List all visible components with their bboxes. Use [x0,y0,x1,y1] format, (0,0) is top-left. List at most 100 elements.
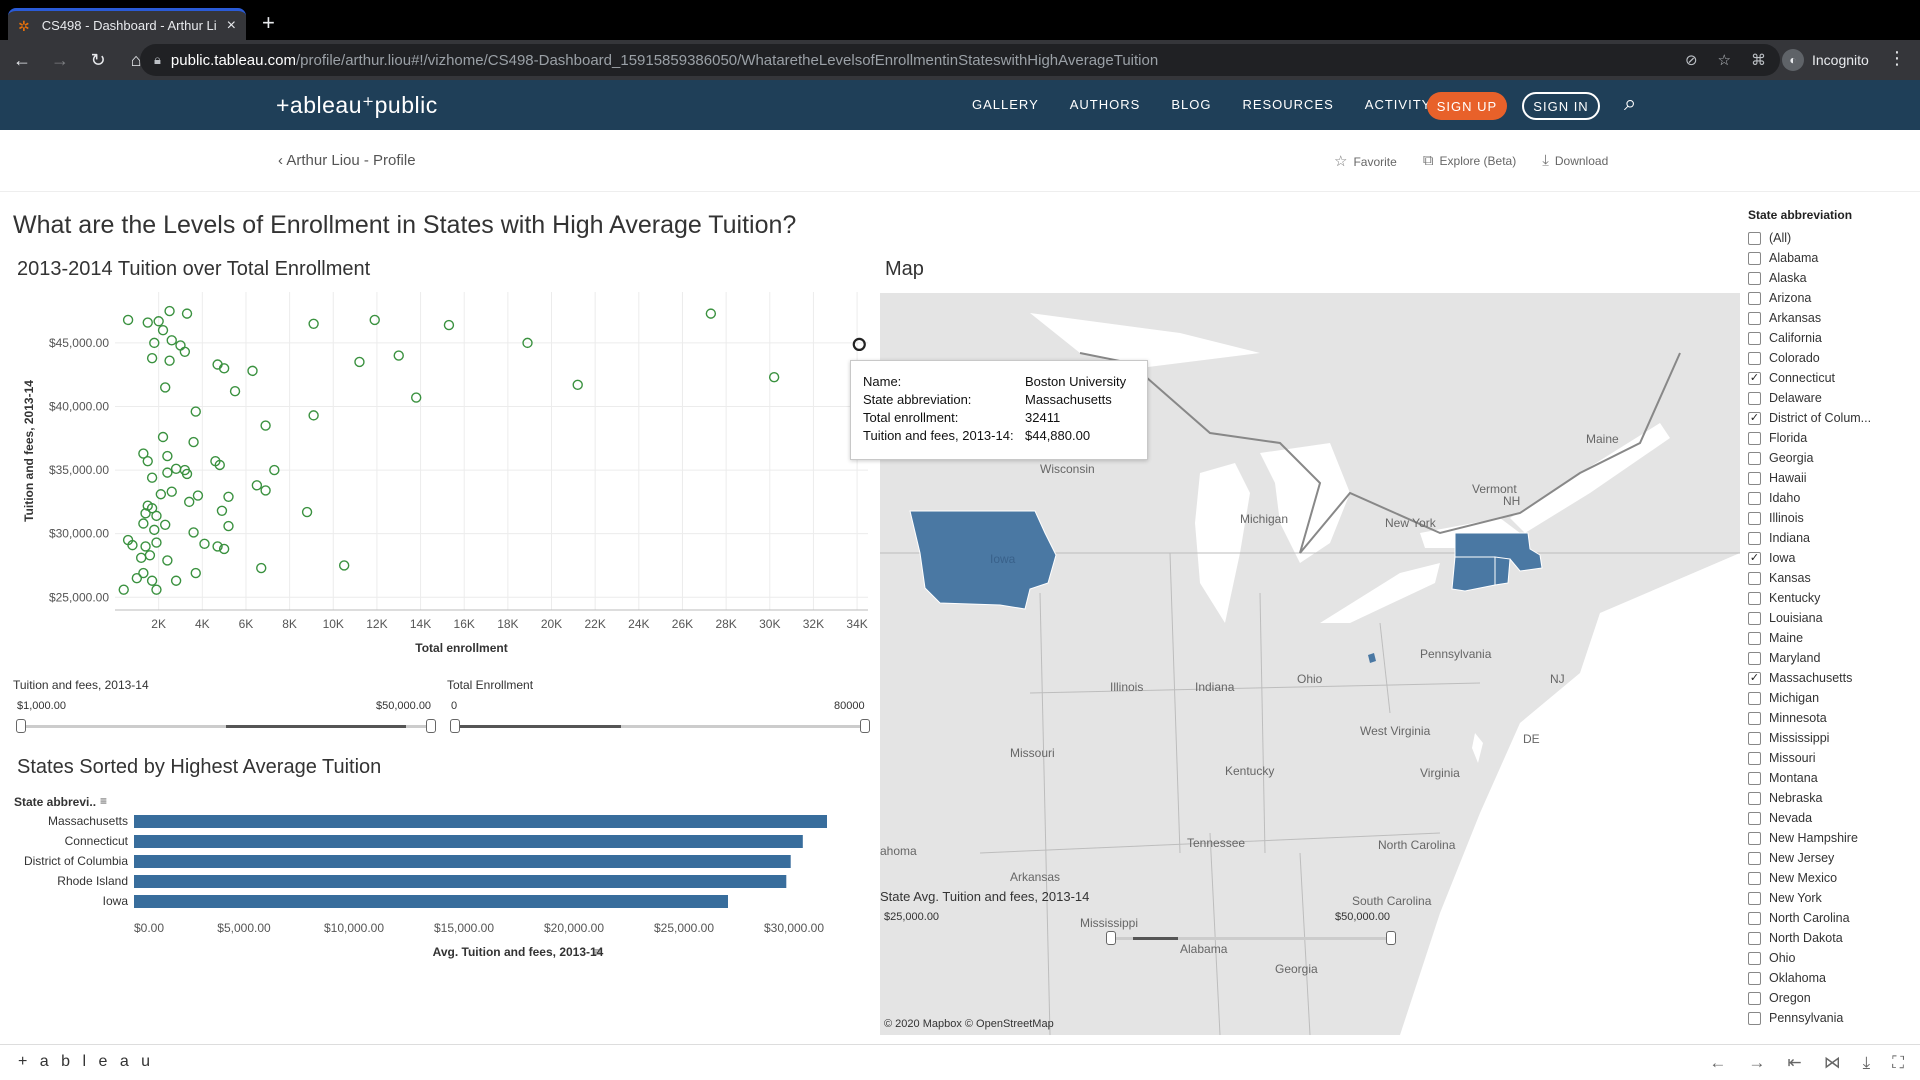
checkbox-unchecked-icon[interactable] [1748,711,1761,725]
checkbox-checked-icon[interactable]: ✓ [1748,551,1761,565]
checkbox-unchecked-icon[interactable] [1748,351,1761,365]
state-filter-item[interactable]: North Dakota [1748,928,1918,948]
nav-gallery[interactable]: GALLERY [972,97,1039,112]
state-filter-item[interactable]: New Jersey [1748,848,1918,868]
state-filter-item[interactable]: Maryland [1748,648,1918,668]
state-filter-item[interactable]: North Carolina [1748,908,1918,928]
state-filter-item[interactable]: Kentucky [1748,588,1918,608]
checkbox-unchecked-icon[interactable] [1748,511,1761,525]
nav-resources[interactable]: RESOURCES [1242,97,1333,112]
browser-menu-icon[interactable]: ⋮ [1888,48,1906,69]
bookmark-star-icon[interactable]: ☆ [1718,51,1731,69]
download-icon[interactable]: ⤓ [1863,1053,1871,1073]
checkbox-unchecked-icon[interactable] [1748,431,1761,445]
state-filter-item[interactable]: Nevada [1748,808,1918,828]
map-attribution[interactable]: © 2020 Mapbox © OpenStreetMap [884,1018,1054,1030]
state-filter-item[interactable]: Oklahoma [1748,968,1918,988]
state-filter-item[interactable]: Montana [1748,768,1918,788]
checkbox-unchecked-icon[interactable] [1748,631,1761,645]
checkbox-unchecked-icon[interactable] [1748,751,1761,765]
checkbox-unchecked-icon[interactable] [1748,911,1761,925]
enrollment-slider-max-handle[interactable] [860,719,870,733]
checkbox-unchecked-icon[interactable] [1748,731,1761,745]
checkbox-unchecked-icon[interactable] [1748,391,1761,405]
checkbox-unchecked-icon[interactable] [1748,991,1761,1005]
state-filter-item[interactable]: Colorado [1748,348,1918,368]
checkbox-unchecked-icon[interactable] [1748,611,1761,625]
revert-icon[interactable]: ⇤ [1787,1053,1801,1073]
state-filter-item[interactable]: Kansas [1748,568,1918,588]
checkbox-unchecked-icon[interactable] [1748,891,1761,905]
state-filter-item[interactable]: Delaware [1748,388,1918,408]
state-filter-item[interactable]: New Mexico [1748,868,1918,888]
nav-authors[interactable]: AUTHORS [1070,97,1141,112]
address-bar[interactable]: 🔒︎ public.tableau.com /profile/arthur.li… [140,44,1780,76]
state-filter-item[interactable]: Nebraska [1748,788,1918,808]
redo-icon[interactable]: → [1748,1053,1765,1073]
iowa-state-shape[interactable] [909,510,1057,610]
fullscreen-icon[interactable]: ⛶ [1892,1053,1904,1073]
reload-icon[interactable]: ↻ [82,44,114,76]
checkbox-checked-icon[interactable]: ✓ [1748,411,1761,425]
tableau-footer-logo[interactable]: + a b l e a u [18,1053,154,1071]
checkbox-unchecked-icon[interactable] [1748,791,1761,805]
checkbox-unchecked-icon[interactable] [1748,311,1761,325]
state-filter-item[interactable]: Mississippi [1748,728,1918,748]
nav-activity[interactable]: ACTIVITY [1365,97,1432,112]
browser-tab[interactable]: ✲ CS498 - Dashboard - Arthur Li × [8,8,246,40]
checkbox-unchecked-icon[interactable] [1748,591,1761,605]
state-filter-item[interactable]: Georgia [1748,448,1918,468]
bar-chart[interactable]: State abbrevi.. ≡ Massachusetts Connecticut… [0,790,880,965]
extension-icon[interactable]: ⌘ [1751,51,1766,69]
checkbox-unchecked-icon[interactable] [1748,951,1761,965]
checkbox-unchecked-icon[interactable] [1748,251,1761,265]
connecticut-state-shape[interactable] [1451,556,1496,592]
explore-button[interactable]: ⧉ Explore (Beta) [1423,152,1516,170]
close-tab-icon[interactable]: × [227,17,236,35]
checkbox-unchecked-icon[interactable] [1748,931,1761,945]
sign-in-button[interactable]: SIGN IN [1522,92,1600,120]
nav-blog[interactable]: BLOG [1171,97,1211,112]
state-filter-item[interactable]: Minnesota [1748,708,1918,728]
checkbox-unchecked-icon[interactable] [1748,291,1761,305]
state-filter-item[interactable]: Maine [1748,628,1918,648]
checkbox-unchecked-icon[interactable] [1748,851,1761,865]
dc-marker[interactable] [1368,653,1376,663]
state-filter-item[interactable]: ✓ District of Colum... [1748,408,1918,428]
tuition-slider-max-handle[interactable] [426,719,436,733]
state-filter-item[interactable]: Oregon [1748,988,1918,1008]
checkbox-unchecked-icon[interactable] [1748,451,1761,465]
state-filter-item[interactable]: (All) [1748,228,1918,248]
back-icon[interactable]: ← [6,44,38,76]
state-avg-slider-min-handle[interactable] [1106,931,1116,945]
checkbox-unchecked-icon[interactable] [1748,231,1761,245]
state-filter-item[interactable]: California [1748,328,1918,348]
checkbox-unchecked-icon[interactable] [1748,771,1761,785]
state-filter-item[interactable]: ✓ Massachusetts [1748,668,1918,688]
undo-icon[interactable]: ← [1709,1053,1726,1073]
sign-up-button[interactable]: SIGN UP [1427,92,1507,120]
state-filter-item[interactable]: Hawaii [1748,468,1918,488]
enrollment-slider-min-handle[interactable] [450,719,460,733]
checkbox-unchecked-icon[interactable] [1748,331,1761,345]
state-filter-item[interactable]: Arkansas [1748,308,1918,328]
checkbox-checked-icon[interactable]: ✓ [1748,371,1761,385]
state-filter-item[interactable]: New Hampshire [1748,828,1918,848]
download-button[interactable]: ⤓ Download [1542,152,1608,170]
tracking-blocked-icon[interactable]: ⊘ [1685,51,1698,69]
favorite-button[interactable]: ☆ Favorite [1334,152,1397,170]
checkbox-unchecked-icon[interactable] [1748,811,1761,825]
checkbox-unchecked-icon[interactable] [1748,971,1761,985]
back-to-profile-link[interactable]: ‹ Arthur Liou - Profile [278,152,416,169]
checkbox-unchecked-icon[interactable] [1748,471,1761,485]
checkbox-unchecked-icon[interactable] [1748,531,1761,545]
state-filter-item[interactable]: Louisiana [1748,608,1918,628]
state-filter-item[interactable]: ✓ Iowa [1748,548,1918,568]
state-filter-item[interactable]: ✓ Connecticut [1748,368,1918,388]
forward-icon[interactable]: → [44,44,76,76]
checkbox-unchecked-icon[interactable] [1748,651,1761,665]
state-filter-item[interactable]: Florida [1748,428,1918,448]
checkbox-unchecked-icon[interactable] [1748,831,1761,845]
checkbox-unchecked-icon[interactable] [1748,491,1761,505]
rhode-island-state-shape[interactable] [1494,556,1511,586]
